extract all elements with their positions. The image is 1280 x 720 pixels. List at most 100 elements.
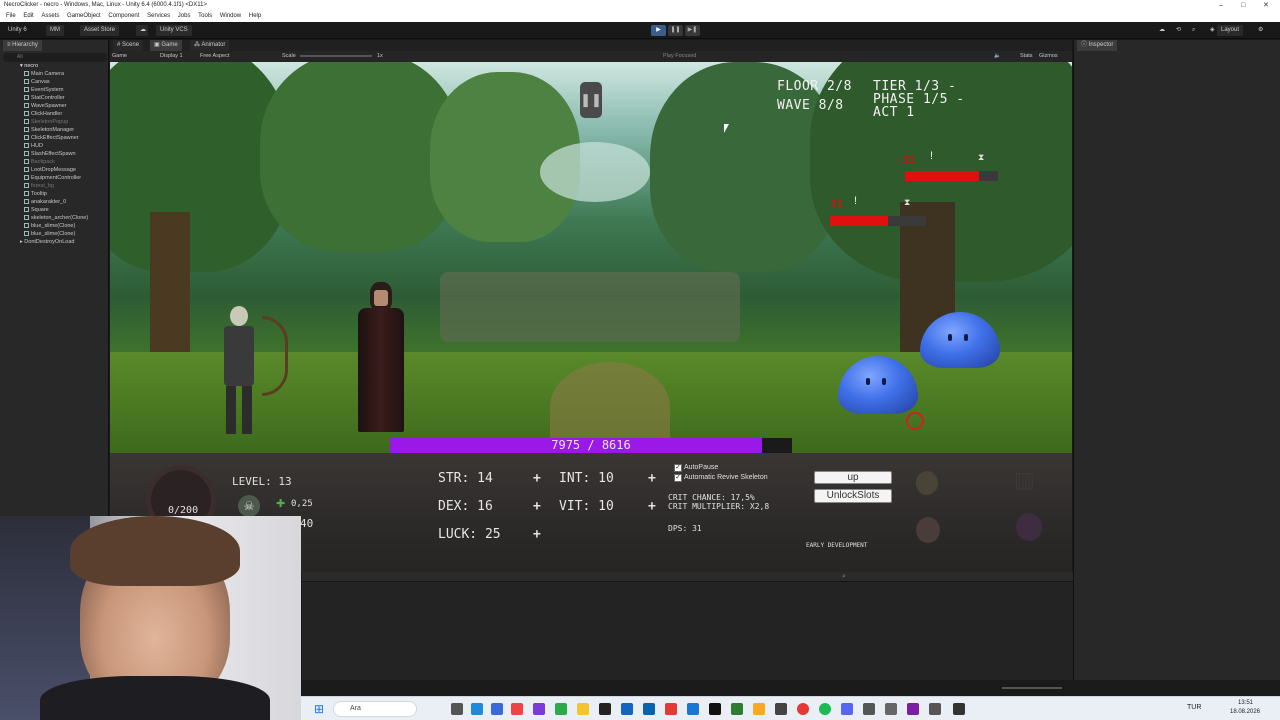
hierarchy-dontdestroy[interactable]: ▸ DontDestroyOnLoad: [20, 238, 74, 246]
discord-icon[interactable]: [841, 703, 853, 715]
tab-hierarchy[interactable]: ≡ Hierarchy: [3, 40, 42, 51]
play-focused-dropdown[interactable]: Play Focused: [663, 51, 696, 62]
menu-services[interactable]: Services: [147, 13, 170, 19]
display-dropdown[interactable]: Display 1: [160, 51, 183, 62]
menu-gameobject[interactable]: GameObject: [67, 13, 101, 19]
app-icon[interactable]: [687, 703, 699, 715]
hierarchy-item[interactable]: Canvas: [24, 78, 50, 86]
menu-jobs[interactable]: Jobs: [178, 13, 191, 19]
menu-assets[interactable]: Assets: [41, 13, 59, 19]
heart-slot-icon[interactable]: [916, 517, 940, 543]
hierarchy-item[interactable]: blue_slime(Clone): [24, 222, 75, 230]
add-dex-button[interactable]: +: [533, 499, 541, 514]
stats-button[interactable]: Stats: [1020, 51, 1033, 62]
menu-tools[interactable]: Tools: [198, 13, 212, 19]
hierarchy-item[interactable]: forest_bg: [24, 182, 54, 190]
taskbar-search-input[interactable]: Ara: [333, 701, 417, 717]
add-int-button[interactable]: +: [648, 471, 656, 486]
unity-app-icon[interactable]: [953, 703, 965, 715]
hierarchy-item[interactable]: skeleton_archer(Clone): [24, 214, 88, 222]
necromancer-player[interactable]: [350, 280, 412, 440]
app-icon[interactable]: [929, 703, 941, 715]
menu-file[interactable]: File: [6, 13, 16, 19]
windows-start-icon[interactable]: ⊞: [314, 702, 324, 716]
app-icon[interactable]: [533, 703, 545, 715]
tab-animator[interactable]: ⁂ Animator: [190, 40, 230, 51]
hierarchy-item[interactable]: LootDropMessage: [24, 166, 76, 174]
cloud-services-icon[interactable]: ☁: [1155, 25, 1169, 36]
menu-window[interactable]: Window: [220, 13, 241, 19]
tab-game[interactable]: ▣ Game: [150, 40, 182, 51]
scale-slider[interactable]: [300, 55, 372, 57]
aspect-dropdown[interactable]: Free Aspect: [200, 51, 229, 62]
file-explorer-icon[interactable]: [753, 703, 765, 715]
edge-icon[interactable]: [471, 703, 483, 715]
notion-icon[interactable]: [709, 703, 721, 715]
clock-date[interactable]: 18.08.2026: [1230, 709, 1260, 715]
up-button[interactable]: up: [814, 471, 892, 484]
console-search-icon[interactable]: ⌕: [842, 573, 846, 581]
gizmos-button[interactable]: Gizmos: [1039, 51, 1058, 62]
settings-gear-icon[interactable]: ⚙: [1254, 25, 1267, 36]
layout-dropdown[interactable]: Layout: [1217, 25, 1244, 36]
add-vit-button[interactable]: +: [648, 499, 656, 514]
hierarchy-item[interactable]: blue_slime(Clone): [24, 230, 75, 238]
app-icon[interactable]: [775, 703, 787, 715]
vscode-icon[interactable]: [643, 703, 655, 715]
hierarchy-scene-root[interactable]: ▾ necro: [20, 62, 38, 70]
hierarchy-item[interactable]: StatController: [24, 94, 65, 102]
tab-scene[interactable]: # Scene: [113, 40, 144, 51]
search-icon[interactable]: ⌕: [1188, 25, 1199, 36]
play-app-icon[interactable]: [555, 703, 567, 715]
hierarchy-item[interactable]: ClickEffectSpawner: [24, 134, 79, 142]
hierarchy-item[interactable]: anakarakter_0: [24, 198, 66, 206]
menu-component[interactable]: Component: [108, 13, 139, 19]
app-icon[interactable]: [511, 703, 523, 715]
unity-label[interactable]: Unity 6: [4, 25, 31, 36]
app-icon[interactable]: [731, 703, 743, 715]
asset-store-button[interactable]: Asset Store: [80, 25, 120, 36]
skeleton-archer[interactable]: [206, 302, 288, 437]
add-str-button[interactable]: +: [533, 471, 541, 486]
game-view[interactable]: ❚❚ FLOOR 2/8 TIER 1/3 - WAVE 8/8 PHASE 1…: [110, 62, 1072, 453]
hierarchy-item[interactable]: Main Camera: [24, 70, 64, 78]
equipment-slot-icon[interactable]: [916, 471, 938, 495]
add-luck-button[interactable]: +: [533, 527, 541, 542]
hierarchy-item[interactable]: WaveSpawner: [24, 102, 67, 110]
store-icon[interactable]: [491, 703, 503, 715]
auto-revive-checkbox[interactable]: ✓: [674, 474, 682, 482]
play-button[interactable]: ▶: [651, 25, 666, 36]
tab-inspector[interactable]: ⓘ Inspector: [1077, 40, 1118, 51]
pause-game-icon[interactable]: ❚❚: [580, 82, 602, 118]
game-mode-dropdown[interactable]: Game: [112, 51, 127, 62]
hierarchy-item[interactable]: ClickHandler: [24, 110, 62, 118]
hierarchy-item[interactable]: HUD: [24, 142, 43, 150]
app-icon[interactable]: [907, 703, 919, 715]
minimize-icon[interactable]: –: [1219, 0, 1223, 11]
hierarchy-item[interactable]: Tooltip: [24, 190, 47, 198]
app-icon[interactable]: [599, 703, 611, 715]
mute-icon[interactable]: 🔈: [994, 51, 1001, 62]
app-icon[interactable]: [577, 703, 589, 715]
menu-help[interactable]: Help: [249, 13, 261, 19]
step-button[interactable]: ▶❚: [685, 25, 700, 36]
hierarchy-search-input[interactable]: All: [3, 53, 107, 62]
maximize-icon[interactable]: □: [1241, 0, 1245, 11]
menu-edit[interactable]: Edit: [23, 13, 33, 19]
history-icon[interactable]: ⟲: [1172, 25, 1185, 36]
zoom-slider[interactable]: [1002, 687, 1062, 689]
autopause-checkbox[interactable]: ✓: [674, 464, 682, 472]
hierarchy-item[interactable]: EquipmentController: [24, 174, 81, 182]
app-icon[interactable]: [885, 703, 897, 715]
skeleton-slot-icon[interactable]: [1016, 513, 1042, 541]
cloud-icon[interactable]: ☁: [136, 25, 148, 36]
hierarchy-item[interactable]: SlashEffectSpawn: [24, 150, 76, 158]
clock-time[interactable]: 13:51: [1238, 700, 1253, 706]
chrome-icon[interactable]: [797, 703, 809, 715]
hierarchy-item[interactable]: Backpack: [24, 158, 55, 166]
unlock-slots-button[interactable]: UnlockSlots: [814, 489, 892, 503]
chart-icon[interactable]: ▥: [1014, 467, 1042, 495]
spotify-icon[interactable]: [819, 703, 831, 715]
hierarchy-item[interactable]: Square: [24, 206, 49, 214]
hierarchy-item[interactable]: SkeletonPopup: [24, 118, 68, 126]
